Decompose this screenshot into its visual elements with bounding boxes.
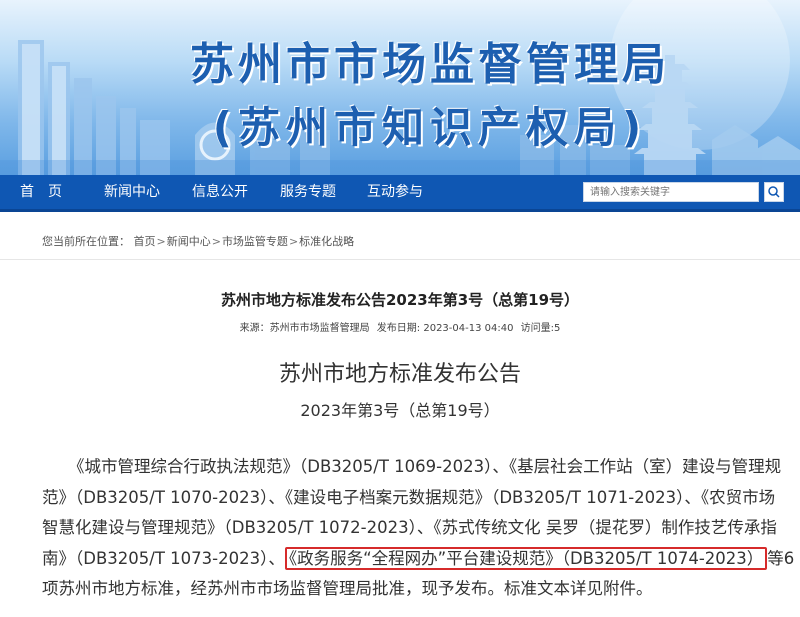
site-banner: 苏州市市场监督管理局 (苏州市知识产权局) (0, 0, 800, 175)
breadcrumb-separator: > (288, 235, 299, 248)
body-line: 《城市管理综合行政执法规范》（DB3205/T 1069-2023）、《基层社会… (68, 457, 782, 476)
agency-subtitle: (苏州市知识产权局) (212, 103, 648, 152)
body-line-suffix: 等6 (767, 548, 795, 568)
body-line: 南》（DB3205/T 1073-2023）、 《政务服务“全程网办”平台建设规范… (42, 544, 794, 575)
body-line: 范》（DB3205/T 1070-2023）、《建设电子档案元数据规范》（DB3… (42, 487, 776, 507)
breadcrumb: 您当前所在位置： 首页>新闻中心>市场监管专题>标准化战略 (42, 233, 354, 249)
search-icon (768, 186, 780, 198)
article-view-count: 访问量:5 (520, 323, 561, 334)
breadcrumb-separator: > (156, 235, 166, 248)
nav-item-news[interactable]: 新闻中心 (104, 175, 160, 209)
article-source: 来源：苏州市市场监督管理局 (239, 323, 370, 334)
content-divider (0, 259, 800, 260)
breadcrumb-separator: > (211, 235, 221, 248)
breadcrumb-home[interactable]: 首页 (134, 235, 156, 248)
nav-item-interaction[interactable]: 互动参与 (367, 175, 423, 209)
nav-item-home[interactable]: 首 页 (20, 175, 62, 209)
body-line: 项苏州市地方标准，经苏州市市场监督管理局批准，现予发布。标准文本详见附件。 (42, 579, 653, 598)
agency-title: 苏州市市场监督管理局 (190, 39, 670, 90)
breadcrumb-news[interactable]: 新闻中心 (167, 235, 211, 248)
article-publish-date: 发布日期: 2023-04-13 04:40 (376, 323, 514, 334)
breadcrumb-label: 您当前所在位置： (42, 235, 130, 248)
document-number: 2023年第3号（总第19号） (300, 401, 500, 420)
document-heading: 苏州市地方标准发布公告 (278, 362, 521, 387)
nav-item-service-topics[interactable]: 服务专题 (280, 175, 336, 209)
search-input[interactable] (583, 182, 759, 202)
article-body: 《城市管理综合行政执法规范》（DB3205/T 1069-2023）、《基层社会… (42, 452, 794, 605)
breadcrumb-market-regulation[interactable]: 市场监管专题 (222, 235, 288, 248)
body-line: 智慧化建设与管理规范》（DB3205/T 1072-2023）、《苏式传统文化 … (42, 518, 777, 537)
main-nav: 首 页 新闻中心 信息公开 服务专题 互动参与 (0, 175, 800, 212)
highlighted-standard: 《政务服务“全程网办”平台建设规范》（DB3205/T 1074-2023） (284, 546, 768, 570)
breadcrumb-standardization[interactable]: 标准化战略 (299, 235, 354, 248)
article-meta: 来源：苏州市市场监督管理局 发布日期: 2023-04-13 04:40 访问量… (0, 319, 800, 334)
article-title: 苏州市地方标准发布公告2023年第3号（总第19号） (220, 291, 580, 309)
search-button[interactable] (764, 182, 784, 202)
nav-item-info-disclosure[interactable]: 信息公开 (192, 175, 248, 209)
body-line-prefix: 南》（DB3205/T 1073-2023）、 (42, 548, 285, 568)
